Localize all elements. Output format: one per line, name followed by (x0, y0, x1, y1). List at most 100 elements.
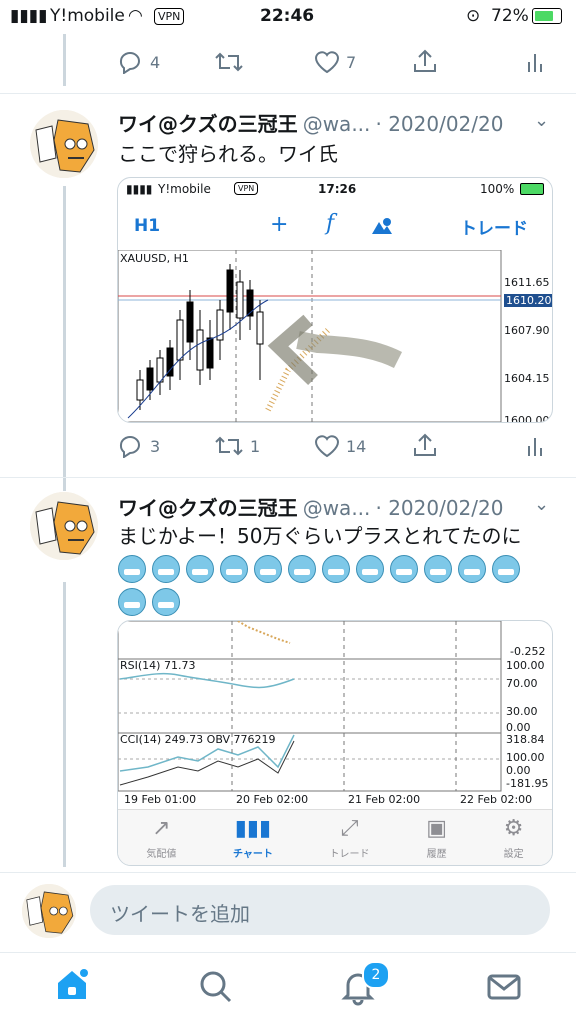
battery-percent: 72% (491, 6, 529, 26)
avatar-icon (30, 492, 98, 560)
analytics-button[interactable] (526, 50, 546, 74)
divider (0, 477, 576, 478)
reply-compose-input[interactable]: ツイートを追加 (90, 885, 550, 935)
vpn-badge: VPN (234, 182, 259, 195)
tweet-actions: 3 1 14 (118, 432, 558, 464)
tab-label: チャート (232, 849, 273, 860)
share-button[interactable] (412, 48, 438, 74)
reply-count: 3 (150, 436, 161, 456)
tweet-header: ワイ@クズの三冠王 @wa... · 2020/02/20 (118, 108, 503, 137)
tweet-text: ここで狩られる。ワイ氏 (118, 142, 338, 166)
reply-icon (119, 436, 140, 458)
signal-icon: ▮▮▮▮ (10, 6, 48, 26)
heart-icon (314, 435, 340, 458)
cold-face-emoji-icon (254, 554, 282, 583)
price-tick: 1604.15 (504, 372, 550, 385)
tab-label: トレード (329, 849, 370, 860)
tweet-media-image[interactable]: -0.252 RSI(14) 71.73 100.00 70.00 30.00 … (117, 620, 553, 866)
retweet-button[interactable] (214, 50, 244, 74)
notification-badge: 2 (362, 961, 390, 989)
like-count: 14 (346, 436, 367, 456)
tweet-actions: 4 7 (118, 48, 558, 80)
tweet-date: · 2020/02/20 (375, 496, 504, 520)
indicator-chart (118, 621, 502, 792)
my-avatar[interactable] (22, 884, 76, 938)
cold-face-emoji-icon (424, 554, 452, 583)
chevron-down-icon[interactable]: ⌄ (534, 110, 549, 131)
emoji-row (118, 553, 538, 583)
cold-face-emoji-icon (152, 554, 180, 583)
heart-icon (314, 51, 340, 74)
user-handle[interactable]: @wa... (303, 112, 371, 136)
analytics-button[interactable] (526, 434, 546, 458)
price-tick: 1607.90 (504, 324, 550, 337)
embedded-battery: 100% (480, 182, 515, 196)
reply-button[interactable]: 4 (118, 50, 160, 74)
function-icon: f (326, 211, 335, 236)
battery-icon (520, 183, 544, 195)
carrier-label: Y!mobile (50, 6, 125, 26)
thread-line (63, 582, 66, 867)
trade-label: トレード (460, 219, 528, 239)
avatar[interactable] (30, 492, 98, 560)
signal-icon: ▮▮▮▮ (126, 182, 153, 196)
reply-count: 4 (150, 52, 161, 72)
display-name[interactable]: ワイ@クズの三冠王 (118, 496, 298, 520)
avatar-icon (22, 884, 76, 938)
search-tab[interactable] (196, 967, 236, 1007)
emoji-row (118, 587, 538, 616)
time-tick: 22 Feb 02:00 (460, 793, 533, 806)
objects-icon (370, 216, 392, 234)
tab-chart: ▮▮▮ チャート (233, 816, 273, 860)
home-tab[interactable] (52, 965, 92, 1005)
price-chart: XAUUSD, H1 1611.65 1610.20 1607.90 1604.… (118, 249, 552, 423)
retweet-icon (215, 436, 243, 456)
candlestick-chart (118, 249, 502, 422)
vpn-badge: VPN (154, 8, 185, 25)
user-handle[interactable]: @wa... (303, 496, 371, 520)
compose-placeholder: ツイートを追加 (110, 902, 250, 926)
rsi-tick: 30.00 (506, 705, 538, 718)
tweet-media-image[interactable]: ▮▮▮▮ Y!mobile VPN 17:26 100% H1 + f トレード (117, 177, 553, 423)
cold-face-emoji-icon (356, 554, 384, 583)
tweet-body: まじかよー！50万ぐらいプラスとれてたのに (118, 522, 538, 616)
embedded-status-bar: ▮▮▮▮ Y!mobile VPN 17:26 100% (118, 178, 552, 200)
analytics-icon (528, 54, 542, 72)
like-button[interactable]: 7 (314, 50, 356, 74)
avatar[interactable] (30, 110, 98, 178)
cold-face-emoji-icon (288, 554, 316, 583)
chevron-down-icon[interactable]: ⌄ (534, 494, 549, 515)
avatar-icon (30, 110, 98, 178)
embedded-clock: 17:26 (318, 182, 357, 196)
tab-label: 履歴 (426, 849, 447, 860)
retweet-button[interactable]: 1 (214, 434, 260, 458)
messages-tab[interactable] (484, 967, 524, 1007)
share-icon (414, 433, 436, 456)
like-button[interactable]: 14 (314, 434, 366, 458)
divider (0, 872, 576, 873)
rsi-label: RSI(14) 71.73 (120, 659, 196, 672)
divider (0, 93, 576, 94)
cold-face-emoji-icon (322, 554, 350, 583)
tab-label: 気配値 (146, 849, 177, 860)
inbox-icon: ▣ (426, 816, 447, 841)
cold-face-emoji-icon (220, 554, 248, 583)
cold-face-emoji-icon (152, 588, 180, 616)
notifications-tab[interactable]: 2 (338, 961, 390, 1007)
bottom-nav: 2 (0, 952, 576, 1025)
mail-icon (487, 974, 521, 1000)
rsi-tick: 70.00 (506, 677, 538, 690)
share-button[interactable] (412, 432, 438, 458)
price-tick: 1600.00 (504, 414, 550, 423)
tab-settings: ⚙ 設定 (504, 816, 524, 860)
reply-button[interactable]: 3 (118, 434, 160, 458)
tab-history: ▣ 履歴 (426, 816, 447, 860)
retweet-count: 1 (250, 436, 261, 456)
reply-icon (119, 52, 140, 74)
rotation-lock-icon: ⊙ (466, 6, 481, 26)
battery-icon (532, 8, 562, 24)
gear-icon: ⚙ (503, 816, 524, 841)
time-tick: 20 Feb 02:00 (236, 793, 309, 806)
display-name[interactable]: ワイ@クズの三冠王 (118, 112, 298, 136)
price-tick: 1611.65 (504, 276, 550, 289)
